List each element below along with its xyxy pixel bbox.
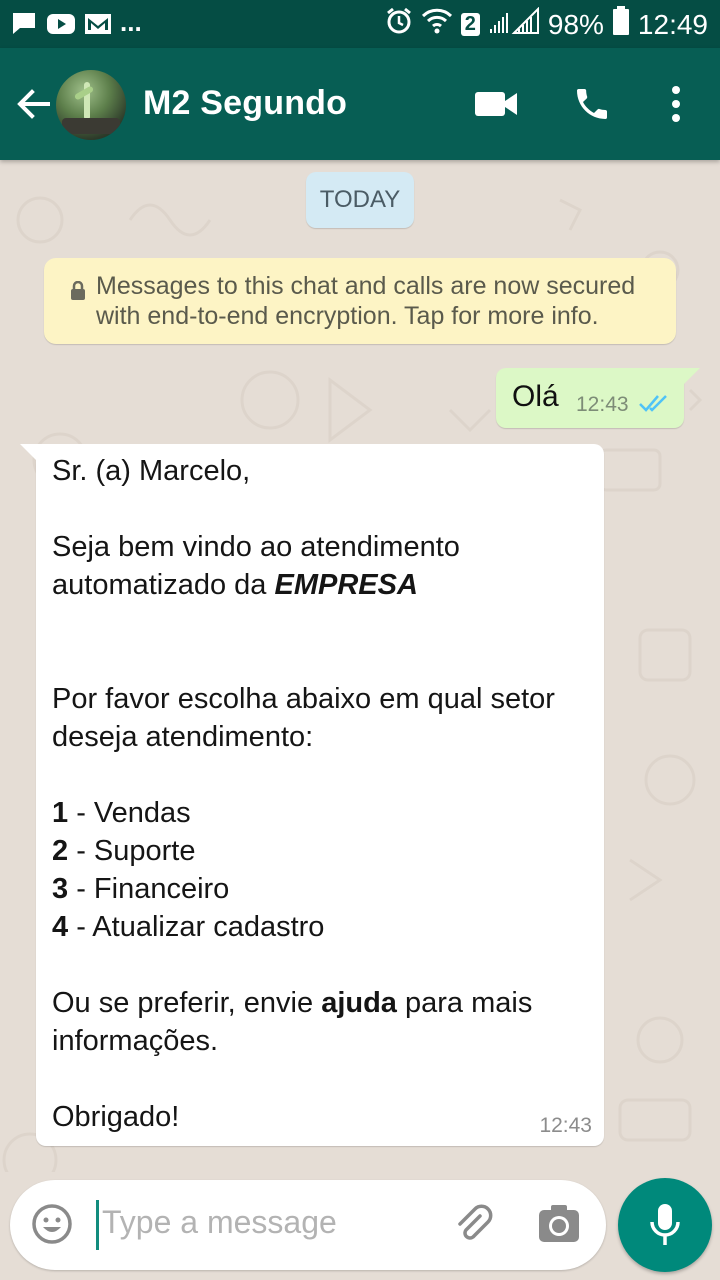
chat-area[interactable]: TODAY Messages to this chat and calls ar…	[0, 160, 720, 1172]
attach-icon	[458, 1204, 493, 1240]
wifi-icon	[421, 7, 453, 42]
date-divider: TODAY	[306, 172, 414, 228]
message-composer: Type a message	[10, 1180, 606, 1270]
message-text: Sr. (a) Marcelo, Seja bem vindo ao atend…	[52, 452, 592, 1136]
message-input[interactable]: Type a message	[102, 1204, 337, 1241]
company-name: EMPRESA	[274, 569, 418, 601]
chat-header: M2 Segundo	[0, 48, 720, 160]
more-vert-icon	[672, 86, 680, 122]
option-number: 2	[52, 835, 69, 867]
sim-badge: 2	[460, 13, 480, 36]
emoji-button[interactable]	[30, 1202, 74, 1251]
battery-icon	[612, 6, 630, 43]
option-label: - Financeiro	[68, 873, 230, 905]
youtube-icon	[46, 12, 76, 41]
mic-icon	[650, 1204, 680, 1245]
status-bar: ... 2 98% 12:49	[0, 0, 720, 48]
message-time: 12:43	[576, 393, 629, 416]
voice-call-button[interactable]	[568, 80, 616, 128]
gmail-icon	[84, 12, 112, 41]
option-label: - Atualizar cadastro	[68, 911, 325, 943]
back-button[interactable]	[14, 84, 54, 124]
option-number: 3	[52, 873, 69, 905]
text-cursor	[96, 1200, 99, 1250]
option-number: 1	[52, 797, 69, 829]
greeting: Sr. (a) Marcelo,	[52, 455, 251, 487]
encryption-notice[interactable]: Messages to this chat and calls are now …	[44, 258, 676, 344]
attach-button[interactable]	[450, 1202, 494, 1251]
more-options-button[interactable]	[652, 80, 700, 128]
incoming-message[interactable]: Sr. (a) Marcelo, Seja bem vindo ao atend…	[20, 444, 604, 1146]
phone-icon	[577, 89, 607, 119]
camera-icon	[539, 1205, 579, 1242]
battery-percent: 98%	[547, 8, 604, 40]
alarm-icon	[385, 7, 413, 42]
voice-record-button[interactable]	[618, 1178, 712, 1272]
video-call-button[interactable]	[472, 80, 520, 128]
option-label: - Vendas	[68, 797, 191, 829]
clock: 12:49	[637, 8, 708, 40]
outgoing-message[interactable]: Olá 12:43	[496, 368, 700, 428]
help-keyword: ajuda	[321, 987, 397, 1019]
camera-button[interactable]	[538, 1204, 580, 1249]
back-arrow-icon	[17, 89, 50, 119]
closing: Obrigado!	[52, 1101, 180, 1133]
avatar[interactable]	[56, 70, 126, 140]
help-prefix: Ou se preferir, envie	[52, 987, 322, 1019]
option-number: 4	[52, 911, 69, 943]
welcome-prefix: automatizado da	[52, 569, 275, 601]
double-check-icon	[638, 392, 670, 419]
option-label: - Suporte	[68, 835, 196, 867]
message-text: Olá	[512, 380, 559, 413]
contact-name[interactable]: M2 Segundo	[143, 84, 347, 123]
notification-icons: ...	[10, 7, 142, 43]
welcome-line: Seja bem vindo ao atendimento	[52, 531, 460, 563]
chat-notification-icon	[10, 10, 38, 43]
more-notifications: ...	[120, 7, 142, 37]
emoji-icon	[32, 1204, 72, 1244]
message-time: 12:43	[539, 1114, 592, 1137]
signal-icon	[488, 6, 540, 42]
prompt-text: Por favor escolha abaixo em qual setor d…	[52, 683, 555, 753]
video-call-icon	[475, 92, 517, 116]
lock-icon	[70, 278, 86, 308]
encryption-notice-text: Messages to this chat and calls are now …	[96, 272, 636, 330]
